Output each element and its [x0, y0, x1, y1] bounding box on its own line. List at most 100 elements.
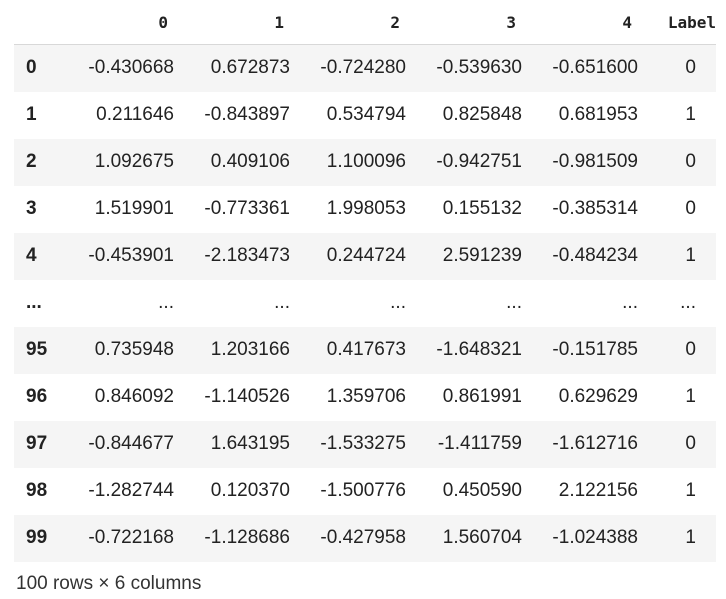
value-cell: 0.155132: [442, 198, 522, 219]
label-cell: 0: [685, 151, 696, 172]
value-cell: -0.722168: [88, 527, 174, 548]
label-cell: 1: [685, 245, 696, 266]
value-cell: ...: [274, 292, 290, 313]
column-header-1: 1: [176, 0, 292, 45]
value-cell: 1.100096: [326, 151, 406, 172]
table-row: 97 -0.844677 1.643195 -1.533275 -1.411759 -1.…: [14, 420, 716, 468]
value-cell: 0.846092: [94, 386, 174, 407]
table-row: 98 -1.282744 0.120370 -1.500776 0.450590 2.12…: [14, 467, 716, 515]
value-cell: 1.359706: [326, 386, 406, 407]
value-cell: -0.773361: [204, 198, 290, 219]
value-cell: 0.120370: [210, 480, 290, 501]
value-cell: -0.484234: [552, 245, 638, 266]
column-header-label: Label: [640, 0, 716, 45]
value-cell: -1.500776: [320, 480, 406, 501]
value-cell: 1.092675: [94, 151, 174, 172]
value-cell: -1.533275: [320, 433, 406, 454]
value-cell: 0.534794: [326, 104, 406, 125]
value-cell: -0.539630: [436, 57, 522, 79]
row-index: 2: [26, 151, 37, 172]
value-cell: 2.591239: [442, 245, 522, 266]
value-cell: -1.140526: [204, 386, 290, 407]
value-cell: -1.128686: [204, 527, 290, 548]
value-cell: -0.430668: [88, 57, 174, 79]
value-cell: -2.183473: [204, 245, 290, 266]
row-index: 97: [26, 433, 48, 454]
value-cell: 0.672873: [210, 57, 290, 79]
dataframe-shape-caption: 100 rows × 6 columns: [16, 573, 202, 594]
label-cell: 0: [685, 57, 696, 79]
label-cell: 0: [685, 339, 696, 360]
label-cell: 0: [685, 198, 696, 219]
value-cell: -0.151785: [552, 339, 638, 360]
value-cell: -0.724280: [320, 57, 406, 79]
value-cell: 1.560704: [442, 527, 522, 548]
value-cell: 0.629629: [558, 386, 638, 407]
value-cell: 1.519901: [94, 198, 174, 219]
value-cell: 0.825848: [442, 104, 522, 125]
value-cell: -1.612716: [552, 433, 638, 454]
value-cell: -0.427958: [320, 527, 406, 548]
row-index: 4: [26, 245, 37, 266]
row-index: 98: [26, 480, 48, 501]
table-row: .....................: [14, 279, 716, 327]
value-cell: 0.735948: [94, 339, 174, 360]
value-cell: 0.417673: [326, 339, 406, 360]
column-header-4: 4: [524, 0, 640, 45]
row-index: 1: [26, 104, 37, 125]
value-cell: 2.122156: [558, 480, 638, 501]
value-cell: -1.648321: [436, 339, 522, 360]
value-cell: 0.211646: [96, 104, 174, 125]
row-index: 3: [26, 198, 37, 219]
value-cell: -1.024388: [552, 527, 638, 548]
value-cell: -1.282744: [88, 480, 174, 501]
row-index: 99: [26, 527, 48, 548]
header-row: 0 1 2 3 4 Label: [14, 0, 716, 45]
column-header-2: 2: [292, 0, 408, 45]
row-index: 96: [26, 386, 48, 407]
table-body: 0 -0.430668 0.672873 -0.724280 -0.539630 -0.6…: [14, 44, 716, 562]
value-cell: -1.411759: [437, 433, 522, 454]
value-cell: 0.861991: [442, 386, 522, 407]
value-cell: -0.651600: [552, 57, 638, 79]
column-header-0: 0: [60, 0, 176, 45]
row-index: ...: [26, 292, 42, 313]
value-cell: ...: [506, 292, 522, 313]
dataframe-output: 0 1 2 3 4 Label 0 -0.430668 0.672873 -0.724…: [0, 0, 726, 599]
row-index: 95: [26, 339, 48, 360]
value-cell: -0.453901: [88, 245, 174, 266]
table-row: 96 0.846092 -1.140526 1.359706 0.861991 0.629…: [14, 373, 716, 421]
value-cell: 0.409106: [210, 151, 290, 172]
label-cell: 1: [685, 104, 696, 125]
value-cell: 1.643195: [210, 433, 290, 454]
value-cell: -0.843897: [204, 104, 290, 125]
value-cell: -0.942751: [436, 151, 522, 172]
value-cell: ...: [622, 292, 638, 313]
row-index: 0: [26, 57, 37, 79]
value-cell: ...: [390, 292, 406, 313]
table-row: 99 -0.722168 -1.128686 -0.427958 1.560704 -1.…: [14, 514, 716, 562]
label-cell: 0: [685, 433, 696, 454]
label-cell: ...: [680, 292, 696, 313]
value-cell: -0.844677: [88, 433, 174, 454]
table-row: 95 0.735948 1.203166 0.417673 -1.648321 -0.15…: [14, 326, 716, 374]
table-row: 2 1.092675 0.409106 1.100096 -0.942751 -0.981…: [14, 138, 716, 186]
label-cell: 1: [685, 527, 696, 548]
value-cell: 0.244724: [326, 245, 406, 266]
table-row: 1 0.211646 -0.843897 0.534794 0.825848 0.6819…: [14, 91, 716, 139]
value-cell: -0.385314: [552, 198, 638, 219]
column-header-3: 3: [408, 0, 524, 45]
dataframe-table: 0 1 2 3 4 Label 0 -0.430668 0.672873 -0.724…: [14, 0, 716, 562]
value-cell: -0.981509: [552, 151, 638, 172]
value-cell: 0.450590: [442, 480, 522, 501]
value-cell: ...: [158, 292, 174, 313]
table-row: 0 -0.430668 0.672873 -0.724280 -0.539630 -0.6…: [14, 44, 716, 92]
header-index-corner: [14, 0, 60, 45]
label-cell: 1: [685, 386, 696, 407]
value-cell: 1.998053: [326, 198, 406, 219]
table-row: 3 1.519901 -0.773361 1.998053 0.155132 -0.385…: [14, 185, 716, 233]
table-header: 0 1 2 3 4 Label: [14, 0, 716, 45]
table-row: 4 -0.453901 -2.183473 0.244724 2.591239 -0.48…: [14, 232, 716, 280]
value-cell: 1.203166: [210, 339, 290, 360]
value-cell: 0.681953: [558, 104, 638, 125]
